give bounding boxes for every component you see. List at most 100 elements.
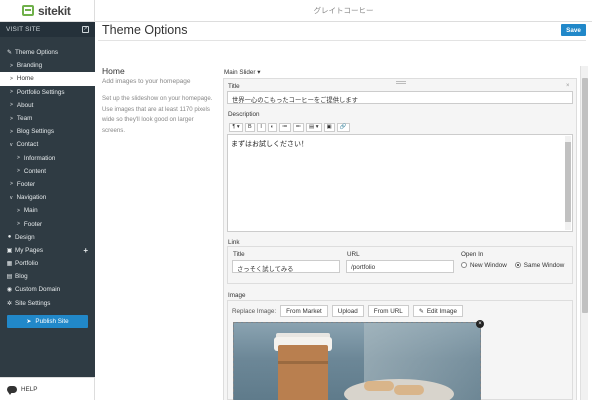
sidebar-item-contact[interactable]: v Contact <box>0 138 95 151</box>
new-window-option[interactable]: New Window <box>461 262 507 269</box>
from-market-button[interactable]: From Market <box>280 305 328 317</box>
image-button[interactable]: ▣ <box>323 122 335 132</box>
sidebar-item-information[interactable]: > Information <box>0 152 95 165</box>
sidebar-item-about[interactable]: > About <box>0 99 95 112</box>
unordered-list-button[interactable]: ≔ <box>279 122 291 132</box>
sidebar-item-portfolio[interactable]: ▦ Portfolio <box>0 257 95 270</box>
editor-scrollbar-thumb[interactable] <box>565 142 571 222</box>
sidebar: sitekit VISIT SITE ↗ ✎ Theme Options > Bra… <box>0 0 95 400</box>
chevron-right-icon: > <box>17 221 20 228</box>
cogs-icon: ✲ <box>6 300 13 307</box>
globe-icon: ◉ <box>6 287 13 294</box>
main-slider-dropdown[interactable]: Main Slider ▾ <box>224 69 260 76</box>
help-label: HELP <box>21 385 38 393</box>
chevron-right-icon: > <box>17 155 20 162</box>
same-window-label: Same Window <box>523 262 565 269</box>
sidebar-item-custom-domain[interactable]: ◉ Custom Domain <box>0 283 95 296</box>
page-scrollbar-thumb[interactable] <box>582 78 588 313</box>
header-divider <box>98 40 586 41</box>
chevron-right-icon: > <box>10 115 13 122</box>
sidebar-item-design[interactable]: ● Design <box>0 231 95 244</box>
sidebar-item-label: Content <box>23 167 46 175</box>
chevron-right-icon: > <box>10 102 13 109</box>
sidebar-item-main[interactable]: > Main <box>0 204 95 217</box>
rocket-icon: ➤ <box>26 319 32 325</box>
sidebar-item-site-settings[interactable]: ✲ Site Settings <box>0 297 95 310</box>
replace-image-label: Replace Image: <box>232 307 277 315</box>
sidebar-item-label: Footer <box>23 220 43 228</box>
slide-title-input[interactable]: 世界一心のこもったコーヒーをご提供します <box>227 91 573 104</box>
sidebar-item-content[interactable]: > Content <box>0 165 95 178</box>
table-button[interactable]: ▤ ▾ <box>306 122 322 132</box>
help-button[interactable]: HELP <box>0 377 95 400</box>
site-title-bar: グレイトコーヒー <box>95 0 592 22</box>
pages-icon: ▣ <box>6 247 13 254</box>
url-label: URL <box>347 251 360 258</box>
wrench-icon: ✎ <box>6 50 13 57</box>
sidebar-item-navigation[interactable]: v Navigation <box>0 191 95 204</box>
chevron-right-icon: > <box>17 207 20 214</box>
close-icon[interactable]: × <box>566 83 588 89</box>
sidebar-item-portfolio-settings[interactable]: > Portfolio Settings <box>0 86 95 99</box>
paragraph-format-button[interactable]: ¶ ▾ <box>229 122 243 132</box>
same-window-option[interactable]: Same Window <box>514 262 565 269</box>
sidebar-item-blog[interactable]: ▤ Blog <box>0 270 95 283</box>
title-label: Title <box>228 83 240 90</box>
link-url-input[interactable]: /portfolio <box>346 260 454 273</box>
italic-button[interactable]: I <box>256 122 266 132</box>
sidebar-item-label: Team <box>16 115 33 123</box>
replace-image-row: Replace Image: From Market Upload From U… <box>232 305 463 317</box>
upload-button[interactable]: Upload <box>331 305 364 317</box>
color-button[interactable]: ◐ <box>267 122 277 132</box>
editor-scrollbar[interactable] <box>565 136 571 230</box>
visit-site-label: VISIT SITE <box>6 26 41 33</box>
sidebar-item-label: Home <box>16 75 34 83</box>
sidebar-item-team[interactable]: > Team <box>0 112 95 125</box>
sidebar-item-branding[interactable]: > Branding <box>0 59 95 72</box>
edit-image-label: Edit Image <box>426 307 457 315</box>
description-editor[interactable]: まずはお試しください！ <box>227 134 573 232</box>
sidebar-item-home[interactable]: > Home <box>0 72 95 86</box>
grid-icon: ▦ <box>6 261 13 268</box>
page-scrollbar[interactable] <box>580 66 588 400</box>
link-title-input[interactable]: さっそく試してみる <box>232 260 340 273</box>
sidebar-item-theme-options[interactable]: ✎ Theme Options <box>0 46 95 59</box>
chevron-right-icon: > <box>10 128 13 135</box>
slide-image-preview[interactable] <box>233 322 481 400</box>
sidebar-item-nav-footer[interactable]: > Footer <box>0 217 95 230</box>
ordered-list-button[interactable]: ≕ <box>292 122 304 132</box>
sidebar-item-blog-settings[interactable]: > Blog Settings <box>0 125 95 138</box>
from-url-button[interactable]: From URL <box>367 305 409 317</box>
chevron-right-icon: > <box>17 168 20 175</box>
sidebar-item-label: Blog Settings <box>16 128 55 136</box>
section-title: Home <box>102 66 125 76</box>
section-description: Home Add images to your homepage Set up … <box>102 66 214 136</box>
logo-text: sitekit <box>38 3 71 18</box>
open-in-label: Open In <box>461 251 484 258</box>
sidebar-item-label: Main <box>23 207 38 215</box>
remove-image-icon[interactable]: × <box>476 320 484 328</box>
section-help-text: Set up the slideshow on your homepage. U… <box>102 95 213 134</box>
photo-cup <box>278 345 328 400</box>
drop-icon: ● <box>7 234 12 241</box>
save-button[interactable]: Save <box>561 24 586 36</box>
add-page-icon[interactable]: + <box>83 246 88 255</box>
sidebar-item-my-pages[interactable]: ▣ My Pages + <box>0 244 95 257</box>
chevron-right-icon: > <box>10 89 13 96</box>
radio-unchecked-icon[interactable] <box>461 262 467 269</box>
page-title: Theme Options <box>102 23 188 37</box>
sidebar-item-footer[interactable]: > Footer <box>0 178 95 191</box>
link-url-value: /portfolio <box>351 264 376 271</box>
link-button[interactable]: 🔗 <box>336 122 350 132</box>
logo[interactable]: sitekit <box>0 0 95 22</box>
chat-bubble-icon <box>7 385 17 395</box>
drag-handle-icon[interactable] <box>396 81 406 84</box>
radio-checked-icon[interactable] <box>514 262 521 269</box>
sidebar-item-label: Portfolio Settings <box>16 88 65 96</box>
visit-site-link[interactable]: VISIT SITE ↗ <box>0 22 95 37</box>
edit-image-button[interactable]: ✎ Edit Image <box>412 305 463 317</box>
publish-site-button[interactable]: ➤ Publish Site <box>7 315 88 328</box>
open-in-options: New Window Same Window <box>461 262 564 269</box>
sidebar-item-label: Blog <box>15 273 28 281</box>
bold-button[interactable]: B <box>245 122 255 132</box>
